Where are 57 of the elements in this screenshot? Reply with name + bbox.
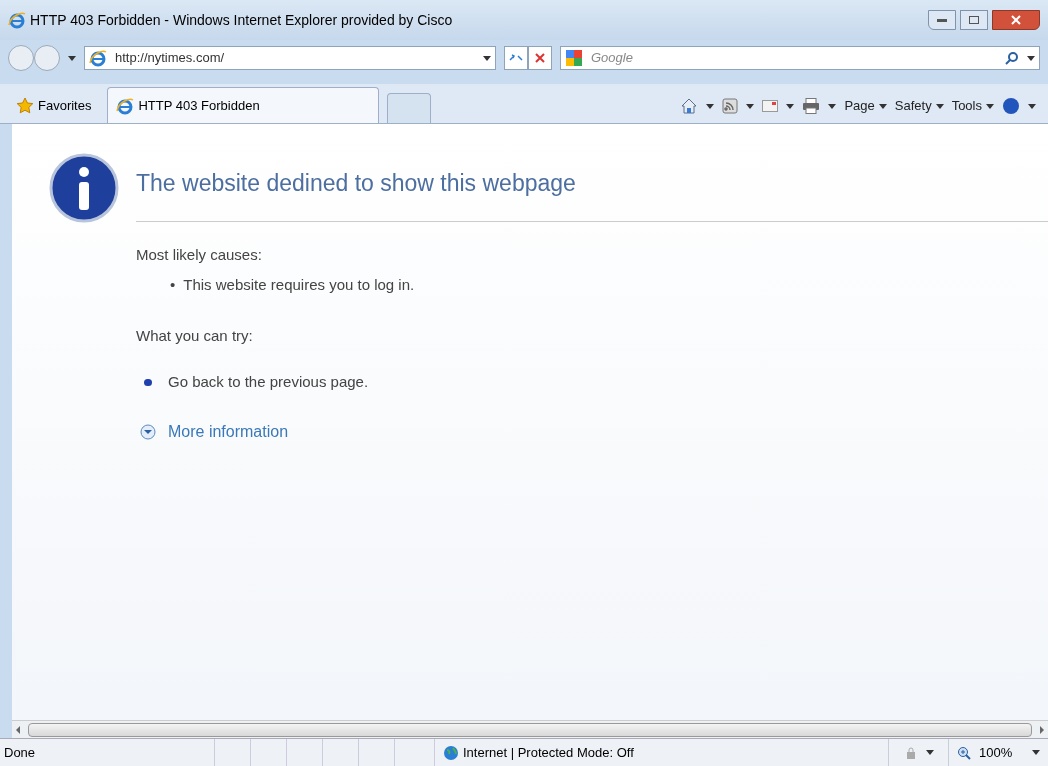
globe-icon (443, 744, 459, 761)
caret-icon (746, 103, 755, 109)
favorites-button[interactable]: Favorites (8, 89, 100, 123)
caret-icon (68, 55, 76, 61)
more-information-link[interactable]: More information (136, 419, 289, 444)
address-text: http://nytimes.com/ (115, 49, 226, 68)
feed-icon[interactable] (722, 98, 739, 114)
section-title: What you can try: (136, 325, 254, 346)
bullet-mark: • (170, 275, 176, 295)
refresh-icon (509, 53, 523, 63)
search-icon[interactable] (1005, 51, 1019, 65)
address-field[interactable]: http://nytimes.com/ (84, 46, 496, 70)
menu-button[interactable]: Page (844, 96, 887, 116)
search-input[interactable]: Google (591, 48, 997, 68)
stop-button[interactable] (528, 46, 552, 70)
minimize-button[interactable] (928, 10, 956, 30)
horizontal-scrollbar[interactable] (12, 720, 1048, 738)
security-zone-text: Internet | Protected Mode: Off (463, 743, 634, 762)
caret-icon (483, 55, 491, 61)
page-icon (89, 49, 107, 67)
browser-logo-icon (8, 11, 26, 29)
status-text: Done (3, 743, 37, 762)
caret-icon (1027, 55, 1035, 61)
caret-icon (828, 103, 837, 109)
caret-icon (878, 103, 887, 109)
page-icon (116, 96, 135, 115)
printer-icon[interactable] (802, 98, 821, 114)
close-button[interactable] (992, 10, 1040, 30)
maximize-button[interactable] (960, 10, 988, 30)
zoom-button[interactable]: 100% (948, 739, 1048, 766)
search-provider-icon (565, 49, 583, 67)
zoom-icon (957, 745, 971, 760)
close-icon (535, 53, 545, 63)
caret-icon (786, 103, 795, 109)
suggestion-text: Go back to the previous page. (168, 372, 369, 392)
bullet-icon (144, 378, 152, 386)
browser-tab[interactable]: HTTP 403 Forbidden (107, 87, 380, 123)
refresh-button[interactable] (504, 46, 528, 70)
caret-icon (925, 750, 934, 755)
page-heading: The website dedined to show this webpage (136, 166, 1048, 222)
search-field[interactable]: Google (560, 46, 1040, 70)
caret-icon (706, 103, 715, 109)
menu-button[interactable]: Tools (951, 96, 994, 116)
star-icon (16, 97, 34, 115)
cause-text: This website requires you to log in. (183, 275, 415, 295)
caret-icon (986, 103, 994, 109)
caret-icon (935, 103, 944, 109)
help-icon[interactable] (1002, 97, 1020, 115)
mail-icon[interactable] (762, 100, 779, 112)
close-icon (1011, 15, 1021, 25)
section-title: Most likely causes: (136, 244, 263, 265)
menu-button[interactable]: Safety (894, 96, 944, 116)
home-icon[interactable] (680, 97, 699, 115)
caret-icon (1028, 103, 1036, 109)
caret-icon (1032, 750, 1041, 755)
window-title: HTTP 403 Forbidden - Windows Internet Explorer provided by Cisco (30, 10, 454, 30)
info-icon (48, 152, 120, 224)
